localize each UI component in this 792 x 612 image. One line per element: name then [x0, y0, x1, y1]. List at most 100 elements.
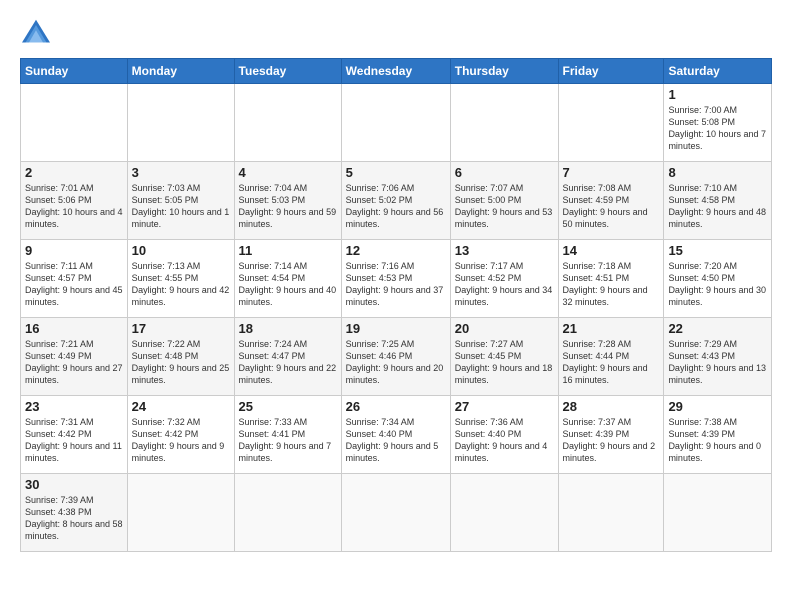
day-number: 16: [25, 321, 123, 336]
day-number: 15: [668, 243, 767, 258]
calendar-cell: 17Sunrise: 7:22 AM Sunset: 4:48 PM Dayli…: [127, 318, 234, 396]
day-number: 11: [239, 243, 337, 258]
day-number: 22: [668, 321, 767, 336]
day-info: Sunrise: 7:27 AM Sunset: 4:45 PM Dayligh…: [455, 338, 554, 387]
day-number: 30: [25, 477, 123, 492]
calendar-cell: 27Sunrise: 7:36 AM Sunset: 4:40 PM Dayli…: [450, 396, 558, 474]
calendar-cell: 12 Sunrise: 7:16 AM Sunset: 4:53 PM Dayli…: [341, 240, 450, 318]
day-number: 27: [455, 399, 554, 414]
calendar-cell: 16 Sunrise: 7:21 AM Sunset: 4:49 PM Dayli…: [21, 318, 128, 396]
day-info: Sunrise: 7:20 AM Sunset: 4:50 PM Dayligh…: [668, 260, 767, 309]
calendar-cell: 5Sunrise: 7:06 AM Sunset: 5:02 PM Daylig…: [341, 162, 450, 240]
calendar-cell: 1Sunrise: 7:00 AM Sunset: 5:08 PM Daylig…: [664, 84, 772, 162]
calendar-cell: 19 Sunrise: 7:25 AM Sunset: 4:46 PM Dayli…: [341, 318, 450, 396]
calendar: SundayMondayTuesdayWednesdayThursdayFrid…: [20, 58, 772, 552]
calendar-cell: 18 Sunrise: 7:24 AM Sunset: 4:47 PM Dayli…: [234, 318, 341, 396]
day-number: 26: [346, 399, 446, 414]
calendar-week-5: 30 Sunrise: 7:39 AM Sunset: 4:38 PM Dayli…: [21, 474, 772, 552]
calendar-cell: [450, 474, 558, 552]
weekday-header-sunday: Sunday: [21, 59, 128, 84]
day-info: Sunrise: 7:32 AM Sunset: 4:42 PM Dayligh…: [132, 416, 230, 465]
calendar-cell: 6Sunrise: 7:07 AM Sunset: 5:00 PM Daylig…: [450, 162, 558, 240]
day-info: Sunrise: 7:04 AM Sunset: 5:03 PM Dayligh…: [239, 182, 337, 231]
calendar-week-3: 16 Sunrise: 7:21 AM Sunset: 4:49 PM Dayli…: [21, 318, 772, 396]
calendar-cell: 30 Sunrise: 7:39 AM Sunset: 4:38 PM Dayli…: [21, 474, 128, 552]
day-info: Sunrise: 7:25 AM Sunset: 4:46 PM Dayligh…: [346, 338, 446, 387]
calendar-cell: 29 Sunrise: 7:38 AM Sunset: 4:39 PM Dayli…: [664, 396, 772, 474]
day-info: Sunrise: 7:03 AM Sunset: 5:05 PM Dayligh…: [132, 182, 230, 231]
weekday-header-thursday: Thursday: [450, 59, 558, 84]
day-info: Sunrise: 7:01 AM Sunset: 5:06 PM Dayligh…: [25, 182, 123, 231]
day-info: Sunrise: 7:33 AM Sunset: 4:41 PM Dayligh…: [239, 416, 337, 465]
calendar-cell: [341, 474, 450, 552]
calendar-cell: 28 Sunrise: 7:37 AM Sunset: 4:39 PM Dayli…: [558, 396, 664, 474]
calendar-cell: [234, 474, 341, 552]
logo: [20, 18, 56, 46]
day-number: 2: [25, 165, 123, 180]
day-number: 6: [455, 165, 554, 180]
weekday-header-row: SundayMondayTuesdayWednesdayThursdayFrid…: [21, 59, 772, 84]
calendar-cell: 3 Sunrise: 7:03 AM Sunset: 5:05 PM Daylig…: [127, 162, 234, 240]
calendar-week-1: 2 Sunrise: 7:01 AM Sunset: 5:06 PM Daylig…: [21, 162, 772, 240]
day-number: 12: [346, 243, 446, 258]
weekday-header-tuesday: Tuesday: [234, 59, 341, 84]
calendar-cell: [21, 84, 128, 162]
day-info: Sunrise: 7:31 AM Sunset: 4:42 PM Dayligh…: [25, 416, 123, 465]
day-info: Sunrise: 7:16 AM Sunset: 4:53 PM Dayligh…: [346, 260, 446, 309]
calendar-cell: 10 Sunrise: 7:13 AM Sunset: 4:55 PM Dayli…: [127, 240, 234, 318]
weekday-header-wednesday: Wednesday: [341, 59, 450, 84]
header: [20, 18, 772, 46]
page: SundayMondayTuesdayWednesdayThursdayFrid…: [0, 0, 792, 562]
calendar-cell: [450, 84, 558, 162]
calendar-cell: [664, 474, 772, 552]
calendar-week-4: 23 Sunrise: 7:31 AM Sunset: 4:42 PM Dayli…: [21, 396, 772, 474]
calendar-cell: 2 Sunrise: 7:01 AM Sunset: 5:06 PM Daylig…: [21, 162, 128, 240]
day-number: 21: [563, 321, 660, 336]
calendar-cell: [341, 84, 450, 162]
day-number: 3: [132, 165, 230, 180]
day-number: 24: [132, 399, 230, 414]
day-info: Sunrise: 7:14 AM Sunset: 4:54 PM Dayligh…: [239, 260, 337, 309]
calendar-cell: 9 Sunrise: 7:11 AM Sunset: 4:57 PM Daylig…: [21, 240, 128, 318]
calendar-cell: 7 Sunrise: 7:08 AM Sunset: 4:59 PM Daylig…: [558, 162, 664, 240]
day-number: 28: [563, 399, 660, 414]
weekday-header-monday: Monday: [127, 59, 234, 84]
day-info: Sunrise: 7:22 AM Sunset: 4:48 PM Dayligh…: [132, 338, 230, 387]
day-info: Sunrise: 7:13 AM Sunset: 4:55 PM Dayligh…: [132, 260, 230, 309]
calendar-cell: 8Sunrise: 7:10 AM Sunset: 4:58 PM Daylig…: [664, 162, 772, 240]
calendar-cell: 24 Sunrise: 7:32 AM Sunset: 4:42 PM Dayli…: [127, 396, 234, 474]
weekday-header-friday: Friday: [558, 59, 664, 84]
calendar-week-0: 1Sunrise: 7:00 AM Sunset: 5:08 PM Daylig…: [21, 84, 772, 162]
day-info: Sunrise: 7:37 AM Sunset: 4:39 PM Dayligh…: [563, 416, 660, 465]
day-number: 19: [346, 321, 446, 336]
day-info: Sunrise: 7:39 AM Sunset: 4:38 PM Dayligh…: [25, 494, 123, 543]
day-number: 5: [346, 165, 446, 180]
day-info: Sunrise: 7:11 AM Sunset: 4:57 PM Dayligh…: [25, 260, 123, 309]
day-info: Sunrise: 7:29 AM Sunset: 4:43 PM Dayligh…: [668, 338, 767, 387]
calendar-cell: 26 Sunrise: 7:34 AM Sunset: 4:40 PM Dayli…: [341, 396, 450, 474]
day-info: Sunrise: 7:24 AM Sunset: 4:47 PM Dayligh…: [239, 338, 337, 387]
calendar-cell: 21 Sunrise: 7:28 AM Sunset: 4:44 PM Dayli…: [558, 318, 664, 396]
day-info: Sunrise: 7:38 AM Sunset: 4:39 PM Dayligh…: [668, 416, 767, 465]
calendar-cell: [127, 474, 234, 552]
weekday-header-saturday: Saturday: [664, 59, 772, 84]
day-number: 18: [239, 321, 337, 336]
calendar-cell: [558, 84, 664, 162]
logo-icon: [20, 18, 52, 46]
day-info: Sunrise: 7:28 AM Sunset: 4:44 PM Dayligh…: [563, 338, 660, 387]
day-number: 7: [563, 165, 660, 180]
calendar-cell: 25Sunrise: 7:33 AM Sunset: 4:41 PM Dayli…: [234, 396, 341, 474]
calendar-cell: 13Sunrise: 7:17 AM Sunset: 4:52 PM Dayli…: [450, 240, 558, 318]
calendar-cell: [558, 474, 664, 552]
day-info: Sunrise: 7:21 AM Sunset: 4:49 PM Dayligh…: [25, 338, 123, 387]
day-info: Sunrise: 7:08 AM Sunset: 4:59 PM Dayligh…: [563, 182, 660, 231]
day-number: 23: [25, 399, 123, 414]
day-info: Sunrise: 7:34 AM Sunset: 4:40 PM Dayligh…: [346, 416, 446, 465]
day-number: 9: [25, 243, 123, 258]
calendar-cell: 11 Sunrise: 7:14 AM Sunset: 4:54 PM Dayli…: [234, 240, 341, 318]
day-info: Sunrise: 7:17 AM Sunset: 4:52 PM Dayligh…: [455, 260, 554, 309]
day-number: 4: [239, 165, 337, 180]
day-number: 29: [668, 399, 767, 414]
day-number: 10: [132, 243, 230, 258]
day-info: Sunrise: 7:00 AM Sunset: 5:08 PM Dayligh…: [668, 104, 767, 153]
